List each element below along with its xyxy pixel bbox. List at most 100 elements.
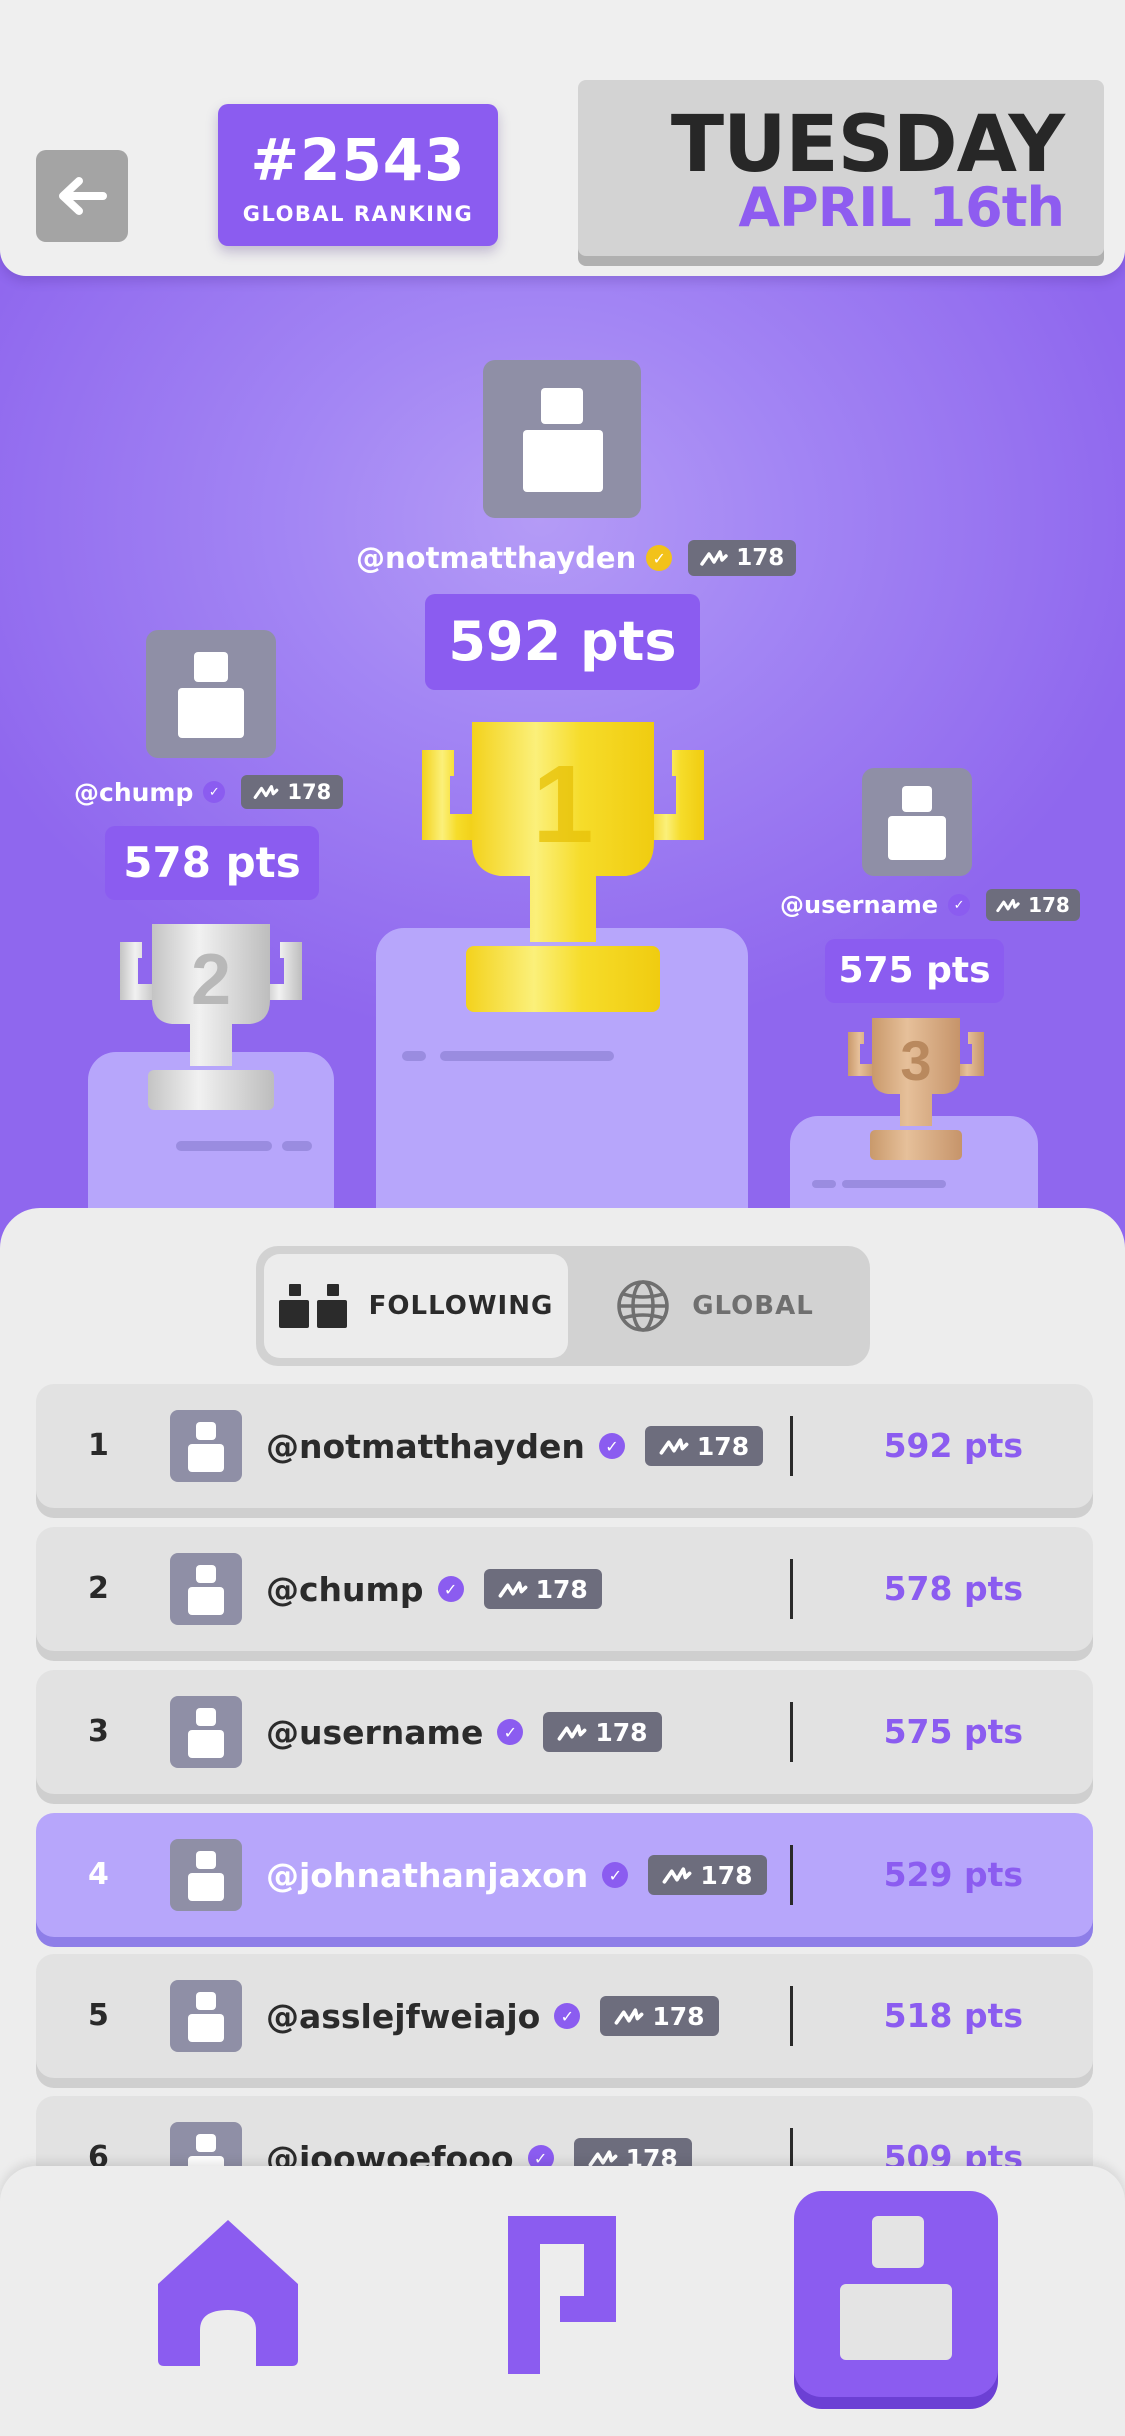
row-rank: 4 [88,1857,109,1892]
globe-icon [617,1280,669,1332]
row-rank: 1 [88,1428,109,1463]
streak-badge: 178 [543,1712,662,1752]
streak-count: 178 [700,1860,753,1890]
avatar[interactable] [170,1410,242,1482]
streak-icon [614,2007,644,2025]
profile-button[interactable] [794,2191,998,2397]
streak-count: 178 [595,1717,648,1747]
row-rank: 3 [88,1714,109,1749]
streak-icon [662,1866,692,1884]
profile-icon [840,2216,952,2360]
row-username[interactable]: @notmatthayden [266,1427,585,1466]
podium-third-points: 575 pts [825,939,1004,1003]
trophy-number: 3 [900,1029,931,1092]
row-points: 518 pts [883,1996,1023,2035]
tab-global-label: GLOBAL [692,1291,814,1321]
row-points: 575 pts [883,1712,1023,1751]
streak-icon [498,1580,527,1598]
avatar-second[interactable] [146,630,276,758]
tab-following[interactable]: FOLLOWING [264,1254,568,1358]
podium-second-username[interactable]: @chump [74,778,193,807]
row-divider [790,1559,793,1619]
podium-second-points: 578 pts [105,826,319,900]
row-divider [790,1702,793,1762]
row-divider [790,1416,793,1476]
row-divider [790,1986,793,2046]
home-icon[interactable] [156,2218,300,2368]
leaderboard-row[interactable]: 1 @notmatthayden ✓ 178 592 pts [36,1384,1093,1508]
row-user: @chump ✓ 178 [266,1527,602,1651]
streak-badge: 178 [688,540,797,576]
row-points: 578 pts [883,1569,1023,1608]
pedestal-line [812,1180,836,1188]
avatar[interactable] [170,1839,242,1911]
podium-third-name-row: @username ✓ 178 [780,888,1080,922]
leaderboard-row[interactable]: 2 @chump ✓ 178 578 pts [36,1527,1093,1651]
podium-second-name-row: @chump ✓ 178 [74,774,344,810]
pedestal-line [282,1141,312,1151]
streak-badge: 178 [241,775,344,809]
verified-icon: ✓ [437,1576,464,1602]
following-icon [278,1284,347,1328]
streak-count: 178 [1028,893,1070,917]
avatar-head [902,786,932,812]
row-username[interactable]: @username [266,1713,483,1752]
avatar-body [523,430,603,492]
podium-third-username[interactable]: @username [780,891,938,919]
avatar[interactable] [170,1980,242,2052]
avatar[interactable] [170,1696,242,1768]
row-user: @username ✓ 178 [266,1670,662,1794]
row-rank: 2 [88,1571,109,1606]
leaderboard-row[interactable]: 5 @asslejfweiajo ✓ 178 518 pts [36,1954,1093,2078]
streak-badge: 178 [644,1426,764,1466]
avatar-body [178,688,244,738]
avatar-head [194,652,228,682]
date-text: APRIL 16th [738,176,1065,239]
pedestal-line [842,1180,946,1188]
gold-trophy-icon: 1 [422,722,704,1012]
row-points: 529 pts [883,1855,1023,1894]
podium-first-name-row: @notmatthayden ✓ 178 [356,536,797,580]
podium-first-username[interactable]: @notmatthayden [356,541,636,575]
row-user: @notmatthayden ✓ 178 [266,1384,764,1508]
silver-trophy-icon: 2 [120,924,302,1110]
leaderboard-row-current-user[interactable]: 4 @johnathanjaxon ✓ 178 529 pts [36,1813,1093,1937]
streak-badge: 178 [648,1855,767,1895]
streak-badge: 178 [986,889,1080,921]
row-user: @johnathanjaxon ✓ 178 [266,1813,767,1937]
avatar-third[interactable] [862,768,972,876]
streak-count: 178 [535,1574,588,1604]
pedestal-line [440,1051,614,1061]
pedestal-line [176,1141,272,1151]
bottom-nav [0,2166,1125,2436]
row-username[interactable]: @chump [266,1570,424,1609]
row-rank: 5 [88,1998,109,2033]
row-username[interactable]: @johnathanjaxon [266,1856,588,1895]
avatar-body [888,816,946,860]
gold-verified-icon: ✓ [646,545,673,571]
row-username[interactable]: @asslejfweiajo [266,1997,540,2036]
streak-icon [996,898,1020,912]
pedestal-line [402,1051,426,1061]
leaderboard-row[interactable]: 3 @username ✓ 178 575 pts [36,1670,1093,1794]
streak-badge: 178 [483,1569,602,1609]
avatar-first[interactable] [483,360,641,518]
global-ranking-card[interactable]: #2543 GLOBAL RANKING [218,104,498,246]
verified-icon: ✓ [598,1433,625,1459]
streak-count: 178 [287,780,332,804]
tab-global[interactable]: GLOBAL [568,1254,862,1358]
avatar-head [541,388,583,424]
trophy-number: 1 [532,743,593,866]
streak-count: 178 [696,1431,750,1461]
leaderboard-icon[interactable] [508,2216,618,2376]
date-card: TUESDAY APRIL 16th [578,80,1104,256]
leaderboard-tab-switcher: FOLLOWING GLOBAL [256,1246,870,1366]
row-user: @asslejfweiajo ✓ 178 [266,1954,719,2078]
row-points: 592 pts [883,1426,1023,1465]
streak-count: 178 [652,2001,705,2031]
streak-icon [254,785,279,799]
streak-icon [700,550,728,566]
streak-badge: 178 [600,1996,719,2036]
back-button[interactable] [36,150,128,242]
avatar[interactable] [170,1553,242,1625]
